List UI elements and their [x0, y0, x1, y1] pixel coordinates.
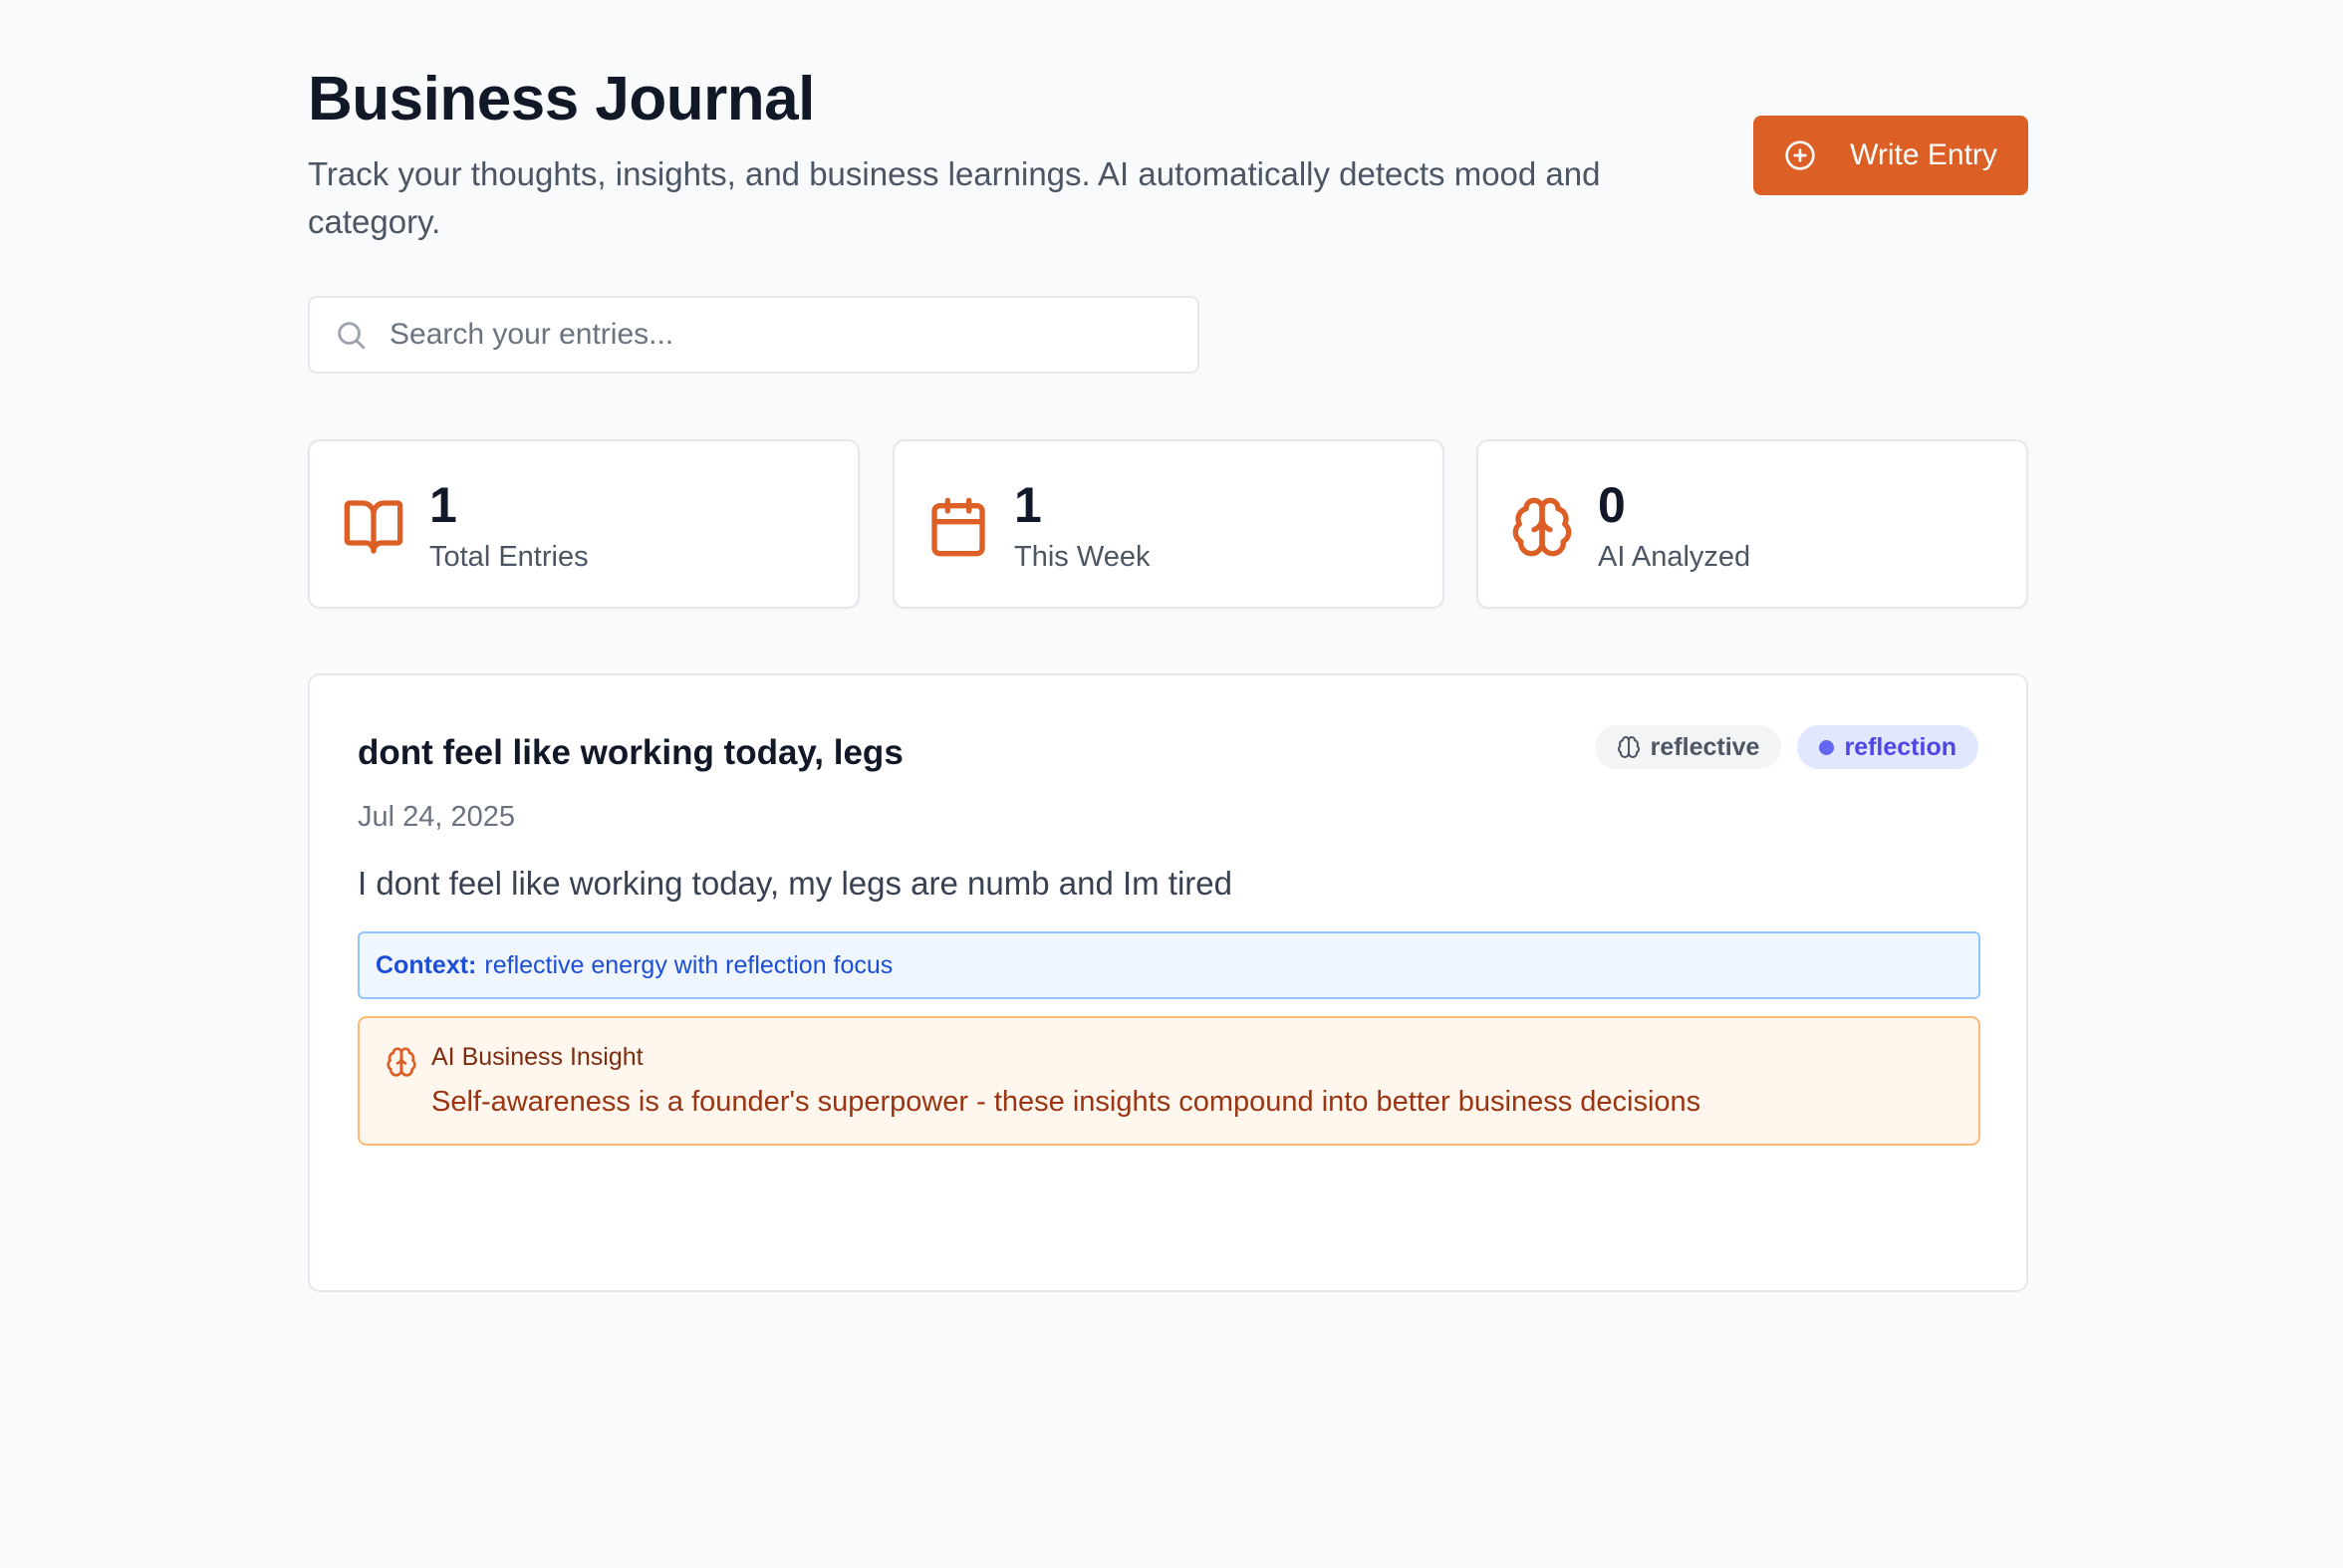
plus-circle-icon [1785, 140, 1815, 170]
category-dot-icon [1819, 739, 1835, 755]
page-subtitle: Track your thoughts, insights, and busin… [308, 155, 1601, 240]
stat-value: 1 [429, 477, 457, 533]
calendar-icon [931, 497, 985, 557]
category-tag: reflection [1797, 725, 1978, 769]
search-box [308, 296, 1199, 374]
page-header: Business Journal Track your thoughts, in… [308, 0, 2028, 259]
stat-label: Total Entries [429, 541, 589, 573]
stat-label: AI Analyzed [1598, 541, 1751, 573]
entry-date: Jul 24, 2025 [358, 801, 516, 833]
entry-tags: reflective reflection [1594, 725, 1978, 769]
journal-entry-card[interactable]: dont feel like working today, legs refle… [308, 673, 2028, 1292]
entry-body: I dont feel like working today, my legs … [358, 865, 1232, 902]
write-entry-label: Write Entry [1850, 138, 1997, 171]
journal-page: Business Journal Track your thoughts, in… [308, 0, 2028, 1292]
brain-icon [1617, 736, 1640, 758]
stat-value: 0 [1598, 477, 1626, 533]
context-text: reflective energy with reflection focus [484, 950, 894, 979]
stats-row: 1 Total Entries 1 This Week 0 AI Analyze… [308, 439, 2028, 609]
stat-card-this-week: 1 This Week [893, 439, 1444, 609]
context-label: Context: [376, 950, 477, 979]
entry-title: dont feel like working today, legs [358, 733, 904, 772]
page-title: Business Journal [308, 65, 815, 133]
insight-title: AI Business Insight [431, 1043, 644, 1071]
stat-value: 1 [1014, 477, 1042, 533]
write-entry-button[interactable]: Write Entry [1753, 116, 2028, 195]
stat-card-ai-analyzed: 0 AI Analyzed [1476, 439, 2028, 609]
category-tag-label: reflection [1844, 732, 1956, 761]
mood-tag: reflective [1594, 725, 1782, 769]
brain-icon [387, 1047, 416, 1077]
context-box: Context: reflective energy with reflecti… [358, 931, 1980, 999]
stat-card-total-entries: 1 Total Entries [308, 439, 860, 609]
search-input[interactable] [390, 298, 1176, 372]
mood-tag-label: reflective [1650, 732, 1760, 761]
book-open-icon [344, 500, 403, 554]
stat-label: This Week [1014, 541, 1151, 573]
brain-icon [1512, 497, 1572, 557]
search-icon [338, 322, 366, 350]
insight-text: Self-awareness is a founder's superpower… [431, 1086, 1701, 1118]
ai-insight-box: AI Business Insight Self-awareness is a … [358, 1016, 1980, 1146]
